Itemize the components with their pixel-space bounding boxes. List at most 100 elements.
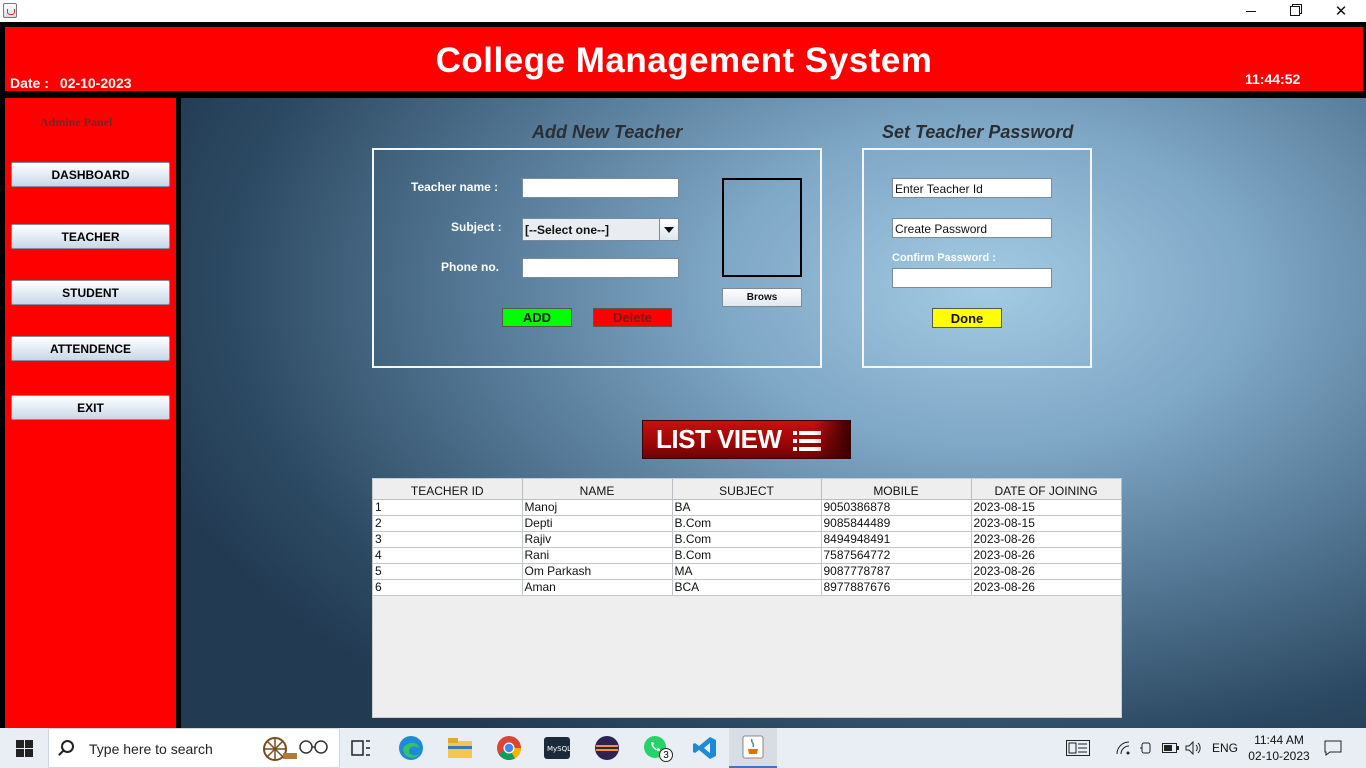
dashboard-button[interactable]: DASHBOARD: [11, 162, 170, 187]
table-row[interactable]: 1 Manoj BA 9050386878 2023-08-15: [373, 499, 1122, 516]
network-icon[interactable]: [1116, 728, 1132, 768]
cell-mobile: 8977887676: [821, 579, 972, 596]
table-row[interactable]: 4 Rani B.Com 7587564772 2023-08-26: [373, 547, 1122, 564]
svg-text:MySQL: MySQL: [547, 745, 570, 753]
attendence-button[interactable]: ATTENDENCE: [11, 336, 170, 361]
language-indicator[interactable]: ENG: [1212, 728, 1238, 768]
subject-select[interactable]: [--Select one--]: [522, 218, 679, 241]
java-app-icon: [3, 3, 17, 18]
news-widget-icon[interactable]: [1066, 728, 1090, 768]
search-icon: [61, 740, 74, 753]
taskbar-search-box[interactable]: Type here to search: [48, 728, 340, 768]
cell-teacher-id: 6: [373, 579, 523, 596]
confirm-password-input[interactable]: [892, 268, 1052, 288]
exit-button[interactable]: EXIT: [11, 395, 170, 420]
app-title: College Management System: [435, 41, 933, 80]
table-row[interactable]: 2 Depti B.Com 9085844489 2023-08-15: [373, 515, 1122, 532]
sidebar: Admine Panel DASHBOARD TEACHER STUDENT A…: [5, 98, 176, 728]
set-password-panel: Enter Teacher Id Create Password Confirm…: [862, 148, 1092, 368]
date-label: Date :: [10, 75, 49, 91]
teacher-table[interactable]: TEACHER ID NAME SUBJECT MOBILE DATE OF J…: [372, 478, 1122, 718]
cell-name: Aman: [522, 579, 673, 596]
cell-subject: B.Com: [672, 515, 822, 532]
cell-date-of-joining: 2023-08-15: [971, 515, 1122, 532]
teacher-name-label: Teacher name :: [411, 180, 499, 194]
battery-icon[interactable]: [1162, 728, 1180, 768]
done-button[interactable]: Done: [932, 308, 1002, 328]
student-button[interactable]: STUDENT: [11, 280, 170, 305]
minimize-button[interactable]: [1228, 0, 1274, 22]
cell-mobile: 9050386878: [821, 499, 972, 516]
eclipse-icon[interactable]: [593, 734, 621, 762]
table-row[interactable]: 3 Rajiv B.Com 8494948491 2023-08-26: [373, 531, 1122, 548]
start-button[interactable]: [0, 728, 48, 768]
close-button[interactable]: ✕: [1318, 0, 1364, 22]
create-password-input[interactable]: Create Password: [892, 218, 1052, 238]
add-teacher-panel: Teacher name : Subject : [--Select one--…: [372, 148, 822, 368]
teacher-name-input[interactable]: [522, 178, 679, 198]
photo-preview: [722, 178, 802, 277]
header-bar: College Management System Date : 02-10-20…: [5, 27, 1363, 91]
cell-date-of-joining: 2023-08-26: [971, 547, 1122, 564]
cell-mobile: 8494948491: [821, 531, 972, 548]
teacher-table-grid: TEACHER ID NAME SUBJECT MOBILE DATE OF J…: [373, 479, 1122, 596]
chrome-icon[interactable]: [495, 734, 523, 762]
column-header-subject[interactable]: SUBJECT: [672, 479, 822, 500]
vscode-icon[interactable]: [691, 734, 719, 762]
cell-subject: MA: [672, 563, 822, 580]
whatsapp-icon[interactable]: 3: [642, 734, 673, 762]
volume-icon[interactable]: [1185, 728, 1203, 768]
column-header-mobile[interactable]: MOBILE: [821, 479, 972, 500]
phone-input[interactable]: [522, 258, 679, 278]
add-button[interactable]: ADD: [502, 308, 572, 327]
clock-display: 11:44:52: [1245, 71, 1301, 87]
cell-mobile: 9087778787: [821, 563, 972, 580]
cell-date-of-joining: 2023-08-15: [971, 499, 1122, 516]
window-title-bar: ✕: [0, 0, 1366, 22]
cell-teacher-id: 2: [373, 515, 523, 532]
file-explorer-icon[interactable]: [446, 734, 474, 762]
cell-teacher-id: 1: [373, 499, 523, 516]
teacher-button[interactable]: TEACHER: [11, 224, 170, 249]
maximize-button[interactable]: [1272, 0, 1318, 22]
cell-mobile: 7587564772: [821, 547, 972, 564]
delete-button[interactable]: Delete: [593, 308, 672, 327]
cell-name: Rajiv: [522, 531, 673, 548]
browse-button[interactable]: Brows: [722, 288, 802, 307]
meet-now-icon[interactable]: [1139, 728, 1155, 768]
column-header-date-of-joining[interactable]: DATE OF JOINING: [971, 479, 1122, 500]
taskbar-date: 02-10-2023: [1248, 749, 1310, 763]
cell-teacher-id: 5: [373, 563, 523, 580]
list-view-label: LIST VIEW: [656, 424, 782, 454]
confirm-password-label: Confirm Password :: [892, 252, 996, 264]
mysql-workbench-icon[interactable]: MySQL: [543, 734, 571, 762]
java-app-taskbar-icon[interactable]: [729, 728, 777, 768]
taskbar-clock[interactable]: 11:44 AM 02-10-2023: [1240, 732, 1318, 764]
cell-date-of-joining: 2023-08-26: [971, 563, 1122, 580]
set-password-title: Set Teacher Password: [882, 122, 1074, 142]
cell-name: Depti: [522, 515, 673, 532]
table-row[interactable]: 5 Om Parkash MA 9087778787 2023-08-26: [373, 563, 1122, 580]
column-header-teacher-id[interactable]: TEACHER ID: [373, 479, 523, 500]
cell-date-of-joining: 2023-08-26: [971, 531, 1122, 548]
table-row[interactable]: 6 Aman BCA 8977887676 2023-08-26: [373, 579, 1122, 596]
teacher-id-input[interactable]: Enter Teacher Id: [892, 178, 1052, 198]
table-header-row: TEACHER ID NAME SUBJECT MOBILE DATE OF J…: [373, 479, 1122, 500]
chevron-down-icon[interactable]: [659, 219, 678, 240]
cell-name: Rani: [522, 547, 673, 564]
app-window: College Management System Date : 02-10-20…: [0, 22, 1366, 728]
phone-label: Phone no.: [441, 260, 499, 274]
cell-teacher-id: 3: [373, 531, 523, 548]
column-header-name[interactable]: NAME: [522, 479, 673, 500]
spinning-wheel-search-highlight-icon: [263, 737, 328, 761]
cell-subject: B.Com: [672, 547, 822, 564]
cell-mobile: 9085844489: [821, 515, 972, 532]
main-panel: Add New Teacher Teacher name : Subject :…: [181, 98, 1366, 728]
notification-badge: 3: [659, 748, 673, 762]
list-view-button[interactable]: LIST VIEW: [642, 420, 851, 459]
edge-icon[interactable]: [397, 734, 425, 762]
task-view-icon[interactable]: [347, 734, 375, 762]
subject-selected-value: [--Select one--]: [525, 223, 609, 237]
search-placeholder: Type here to search: [89, 741, 213, 757]
notification-center-icon[interactable]: [1324, 728, 1342, 768]
